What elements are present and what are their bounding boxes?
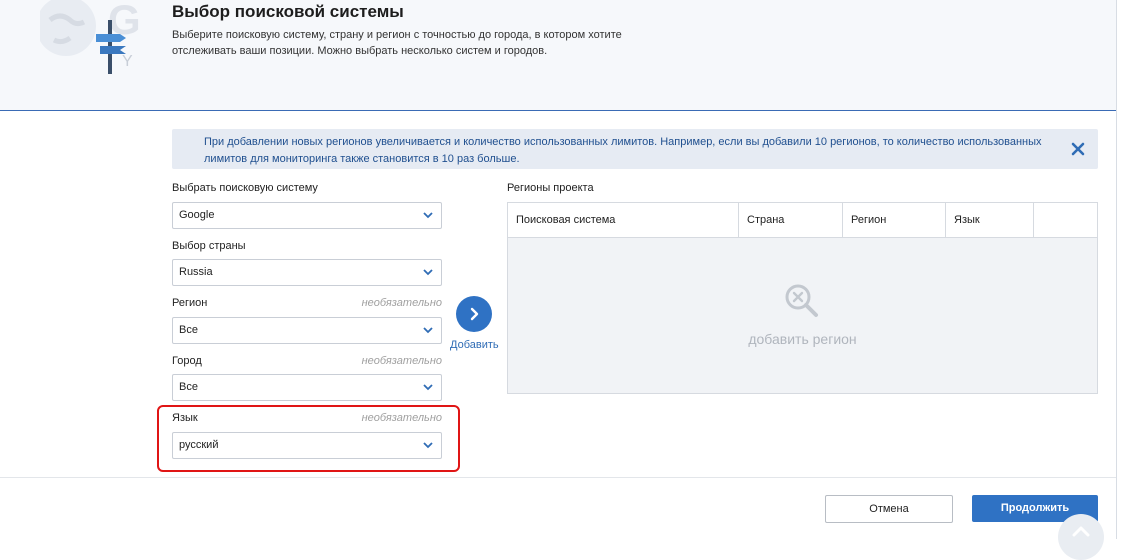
region-select[interactable]: Все [172,317,442,344]
country-value: Russia [179,266,213,278]
regions-title: Регионы проекта [507,182,594,194]
chevron-up-icon [1072,526,1090,537]
limits-info-banner: При добавлении новых регионов увеличивае… [172,129,1098,169]
search-engine-value: Google [179,209,215,221]
language-label: Язык [172,412,198,424]
add-region-button[interactable] [456,296,492,332]
region-label: Регион [172,297,208,309]
region-value: Все [179,324,198,336]
empty-state-text: добавить регион [748,331,857,347]
search-engine-select[interactable]: Google [172,202,442,229]
page-title: Выбор поисковой системы [172,2,404,21]
city-value: Все [179,381,198,393]
chevron-down-icon [423,212,433,219]
page-description: Выберите поисковую систему, страну и рег… [172,29,622,57]
scroll-to-top-button[interactable] [1058,514,1104,560]
chevron-down-icon [423,327,433,334]
city-optional-hint: необязательно [361,355,442,367]
country-label: Выбор страны [172,240,246,252]
language-select[interactable]: русский [172,432,442,459]
language-value: русский [179,439,219,451]
svg-text:Y: Y [122,53,133,70]
cancel-button[interactable]: Отмена [825,495,953,523]
regions-table-header: Поисковая система Страна Регион Язык [508,203,1097,238]
column-header-search-engine: Поисковая система [508,203,739,237]
regions-table: Поисковая система Страна Регион Язык доб… [507,202,1098,394]
column-header-country: Страна [739,203,843,237]
column-header-region: Регион [843,203,946,237]
region-optional-hint: необязательно [361,297,442,309]
chevron-down-icon [423,442,433,449]
chevron-down-icon [423,269,433,276]
info-text: При добавлении новых регионов увеличивае… [204,136,1042,165]
chevron-down-icon [423,384,433,391]
add-region-link[interactable]: Добавить [450,339,499,351]
modal-header: G Y Выбор поисковой системы Выберите пои… [0,0,1116,111]
language-optional-hint: необязательно [361,412,442,424]
column-header-actions [1034,203,1097,237]
country-select[interactable]: Russia [172,259,442,286]
column-header-language: Язык [946,203,1034,237]
search-engine-illustration-icon: G Y [40,0,141,74]
search-engine-label: Выбрать поисковую систему [172,182,318,194]
city-label: Город [172,355,202,367]
close-icon[interactable] [1068,139,1088,159]
chevron-right-icon [470,307,479,321]
footer-divider [0,477,1116,478]
modal-border [1116,0,1117,539]
city-select[interactable]: Все [172,374,442,401]
search-empty-icon [785,284,818,317]
